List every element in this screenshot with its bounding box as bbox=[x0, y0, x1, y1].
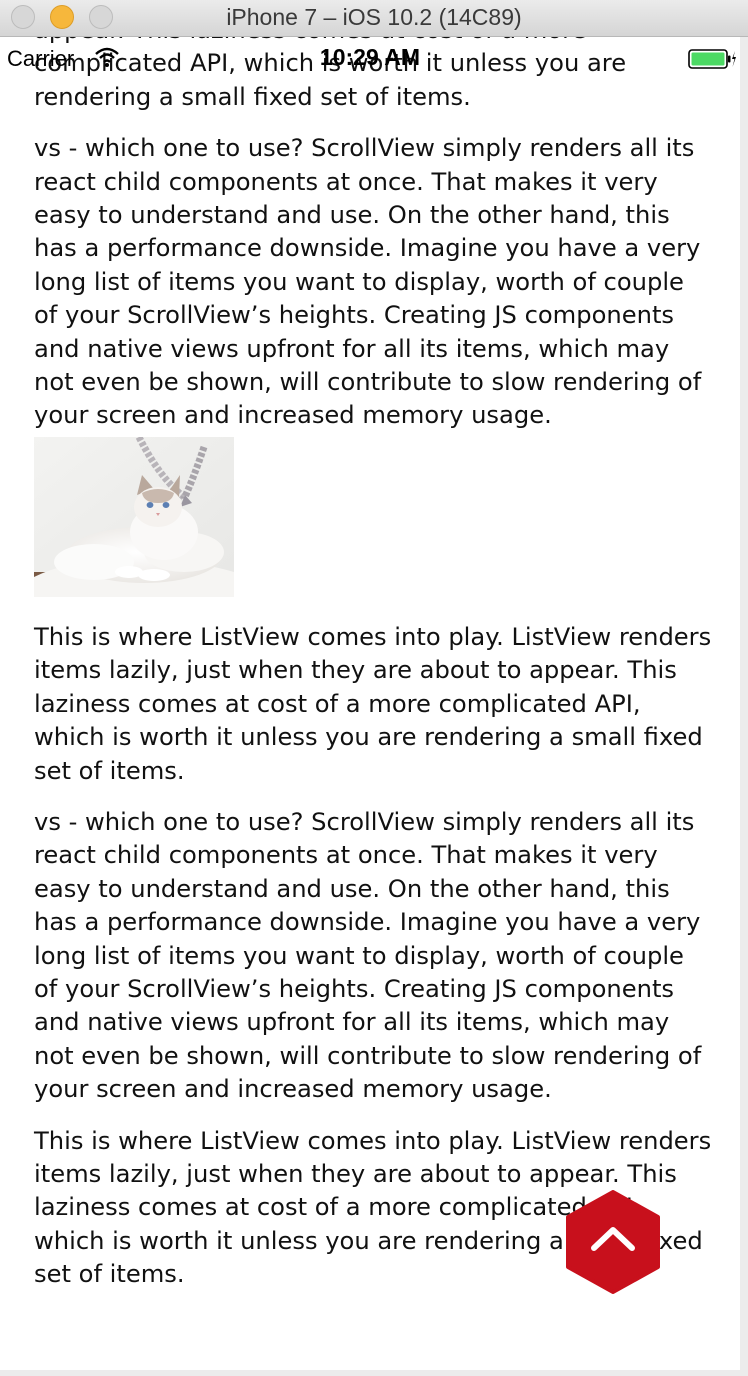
paragraph-4: vs - which one to use? ScrollView simply… bbox=[34, 807, 702, 1104]
article-content: appear. This laziness comes at cost of a… bbox=[34, 37, 714, 1310]
charging-bolt-icon bbox=[732, 51, 736, 67]
scroll-to-top-button[interactable] bbox=[564, 1190, 662, 1294]
cat-photo-icon bbox=[34, 436, 234, 597]
window-titlebar: iPhone 7 – iOS 10.2 (14C89) bbox=[0, 0, 748, 37]
battery-icon bbox=[688, 49, 736, 74]
simulator-window: iPhone 7 – iOS 10.2 (14C89) appear. This… bbox=[0, 0, 748, 1376]
status-bar: Carrier 10:29 AM bbox=[0, 37, 740, 77]
window-title: iPhone 7 – iOS 10.2 (14C89) bbox=[226, 4, 522, 30]
window-right-edge bbox=[740, 37, 748, 1376]
paragraph-3: This is where ListView comes into play. … bbox=[34, 622, 712, 785]
paragraph-2: vs - which one to use? ScrollView simply… bbox=[34, 134, 702, 430]
scroll-view[interactable]: appear. This laziness comes at cost of a… bbox=[0, 37, 740, 1370]
window-bottom-edge bbox=[0, 1370, 748, 1376]
status-time: 10:29 AM bbox=[319, 44, 421, 70]
